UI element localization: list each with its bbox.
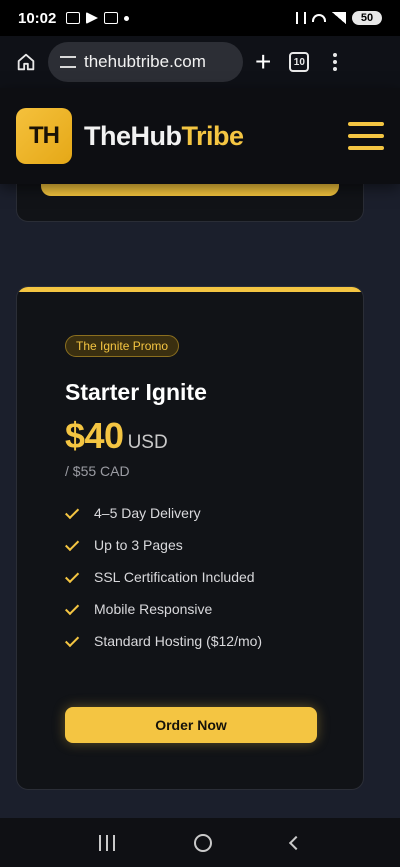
site-header: TH TheHubTribe (0, 88, 400, 184)
feature-text: SSL Certification Included (94, 569, 255, 585)
logo-text-primary: TheHub (84, 120, 182, 151)
logo-mark[interactable]: TH (16, 108, 72, 164)
feature-list: 4–5 Day Delivery Up to 3 Pages SSL Certi… (65, 497, 262, 657)
url-text: thehubtribe.com (84, 52, 206, 71)
pricing-card: The Ignite Promo Starter Ignite $40 USD … (16, 286, 364, 790)
new-tab-icon[interactable]: + (255, 48, 271, 76)
status-time: 10:02 (18, 9, 57, 27)
feature-text: 4–5 Day Delivery (94, 505, 201, 521)
notification-icons (66, 12, 130, 24)
signal-icon (332, 12, 346, 24)
promo-badge: The Ignite Promo (65, 335, 180, 357)
battery-icon: 50 (352, 11, 382, 25)
browser-menu-icon[interactable] (333, 53, 338, 71)
address-bar[interactable]: thehubtribe.com (48, 42, 243, 82)
telegram-icon (86, 12, 99, 24)
check-icon (65, 504, 80, 519)
price: $40 USD (65, 415, 168, 457)
screen-record-icon (66, 12, 81, 24)
card-accent-bar (17, 287, 363, 292)
price-currency: USD (127, 432, 168, 453)
gmail-icon (104, 12, 119, 24)
feature-text: Standard Hosting ($12/mo) (94, 633, 263, 649)
check-icon (65, 632, 80, 647)
check-icon (65, 536, 80, 551)
check-icon (65, 600, 80, 615)
feature-item: SSL Certification Included (65, 561, 262, 593)
home-nav-icon[interactable] (193, 833, 212, 852)
feature-text: Up to 3 Pages (94, 537, 183, 553)
plan-title: Starter Ignite (65, 379, 207, 405)
site-settings-icon[interactable] (60, 56, 76, 68)
system-nav-bar (0, 818, 400, 867)
feature-item: 4–5 Day Delivery (65, 497, 262, 529)
alt-price: / $55 CAD (65, 463, 130, 479)
system-icons: 50 (296, 11, 382, 25)
back-icon[interactable] (288, 835, 303, 850)
dot-icon (124, 15, 130, 21)
feature-item: Up to 3 Pages (65, 529, 262, 561)
logo-text[interactable]: TheHubTribe (84, 121, 244, 152)
feature-item: Mobile Responsive (65, 593, 262, 625)
hamburger-menu-icon[interactable] (348, 122, 384, 150)
wifi-icon (312, 14, 326, 22)
browser-toolbar: thehubtribe.com + 10 (0, 36, 400, 88)
logo-text-accent: Tribe (181, 120, 245, 151)
feature-item: Standard Hosting ($12/mo) (65, 625, 262, 657)
mute-icon (296, 12, 306, 24)
status-bar: 10:02 50 (0, 0, 400, 36)
price-amount: $40 (65, 415, 124, 456)
check-icon (65, 568, 80, 583)
recents-icon[interactable] (99, 834, 116, 851)
feature-text: Mobile Responsive (94, 601, 213, 617)
tab-switcher-icon[interactable]: 10 (289, 52, 310, 72)
order-now-button[interactable]: Order Now (65, 707, 317, 743)
home-icon[interactable] (12, 48, 40, 76)
